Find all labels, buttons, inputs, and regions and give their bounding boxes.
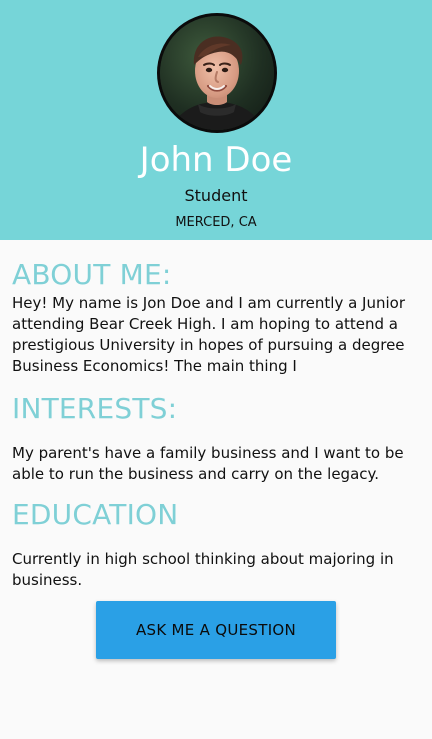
profile-name: John Doe bbox=[139, 140, 293, 180]
avatar-photo bbox=[160, 16, 274, 130]
profile-header: John Doe Student MERCED, CA bbox=[0, 0, 432, 240]
ask-question-button[interactable]: ASK ME A QUESTION bbox=[96, 601, 336, 659]
about-title: ABOUT ME: bbox=[12, 258, 172, 291]
profile-role: Student bbox=[184, 186, 248, 205]
profile-location: MERCED, CA bbox=[175, 215, 257, 230]
avatar bbox=[157, 13, 277, 133]
education-title: EDUCATION bbox=[12, 498, 179, 531]
education-text: Currently in high school thinking about … bbox=[12, 550, 394, 589]
interests-title: INTERESTS: bbox=[12, 392, 178, 425]
interests-text: My parent's have a family business and I… bbox=[12, 444, 404, 483]
about-text: Hey! My name is Jon Doe and I am current… bbox=[12, 294, 405, 375]
